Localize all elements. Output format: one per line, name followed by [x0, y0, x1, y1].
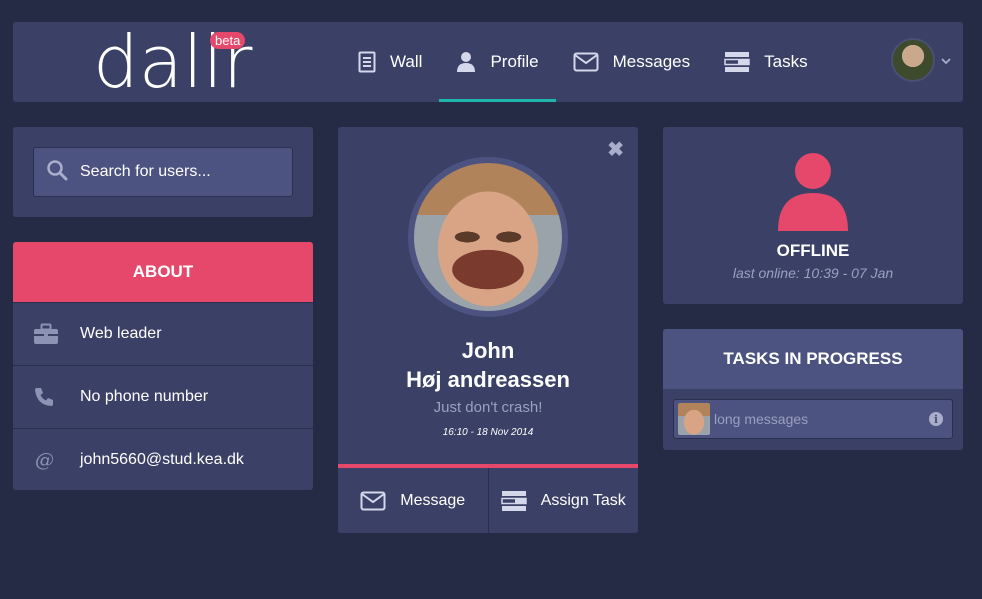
nav-tasks[interactable]: Tasks: [707, 22, 824, 102]
about-email-text[interactable]: john5660@stud.kea.dk: [80, 451, 244, 469]
about-row-email: @ john5660@stud.kea.dk: [13, 428, 313, 490]
nav-messages-label: Messages: [612, 52, 691, 71]
presence-panel: OFFLINE last online: 10:39 - 07 Jan: [663, 127, 963, 304]
about-panel: ABOUT Web leader No phone number @ john5…: [13, 242, 313, 490]
close-icon[interactable]: ✖: [607, 137, 624, 162]
nav-profile[interactable]: Profile: [439, 22, 556, 102]
user-avatar-menu[interactable]: [891, 38, 935, 82]
about-phone-text: No phone number: [80, 388, 209, 405]
about-title: ABOUT: [13, 242, 313, 302]
top-header: dallr beta Wall Profile Messages Tasks: [13, 22, 963, 102]
nav-profile-label: Profile: [490, 52, 539, 71]
about-row-phone: No phone number: [13, 365, 313, 428]
profile-card: ✖ John Høj andreassen Just don't crash! …: [338, 127, 638, 533]
search-panel: [13, 127, 313, 217]
profile-status: Just don't crash!: [433, 399, 543, 416]
tasks-panel: TASKS IN PROGRESS long messages i: [663, 329, 963, 450]
nav-wall[interactable]: Wall: [341, 22, 439, 102]
message-button[interactable]: Message: [338, 468, 488, 533]
tasks-icon: [724, 51, 750, 73]
profile-name: John Høj andreassen: [338, 336, 638, 394]
svg-text:@: @: [35, 449, 54, 471]
user-icon: [776, 151, 850, 238]
message-button-label: Message: [400, 491, 466, 509]
assign-task-button-label: Assign Task: [540, 491, 626, 509]
envelope-icon: [573, 52, 599, 72]
user-icon: [456, 51, 476, 73]
task-text: long messages: [714, 411, 809, 427]
at-icon: @: [33, 449, 80, 471]
about-role-text: Web leader: [80, 325, 162, 342]
tasks-title: TASKS IN PROGRESS: [663, 329, 963, 389]
chevron-down-icon[interactable]: [941, 52, 951, 70]
presence-state: OFFLINE: [776, 241, 850, 260]
about-row-role: Web leader: [13, 302, 313, 365]
profile-timestamp: 16:10 - 18 Nov 2014: [442, 427, 534, 438]
search-icon: [46, 159, 68, 186]
task-avatar: [678, 403, 710, 435]
beta-badge: beta: [210, 32, 246, 49]
info-icon[interactable]: i: [929, 412, 943, 426]
profile-last-name: Høj andreassen: [406, 367, 570, 392]
search-input[interactable]: [80, 163, 270, 181]
nav-tasks-label: Tasks: [764, 52, 808, 71]
nav-messages[interactable]: Messages: [556, 22, 707, 102]
profile-first-name: John: [461, 338, 515, 363]
assign-task-button[interactable]: Assign Task: [487, 468, 639, 533]
document-icon: [358, 51, 376, 73]
profile-actions: Message Assign Task: [338, 464, 638, 533]
task-item[interactable]: long messages i: [673, 399, 953, 439]
tasks-icon: [500, 490, 527, 512]
last-online: last online: 10:39 - 07 Jan: [732, 265, 894, 281]
main-nav: Wall Profile Messages Tasks: [341, 22, 825, 102]
nav-wall-label: Wall: [390, 52, 423, 71]
envelope-icon: [360, 491, 386, 511]
search-box[interactable]: [33, 147, 293, 197]
profile-photo: [408, 157, 568, 317]
phone-icon: [33, 386, 80, 408]
briefcase-icon: [33, 323, 80, 345]
